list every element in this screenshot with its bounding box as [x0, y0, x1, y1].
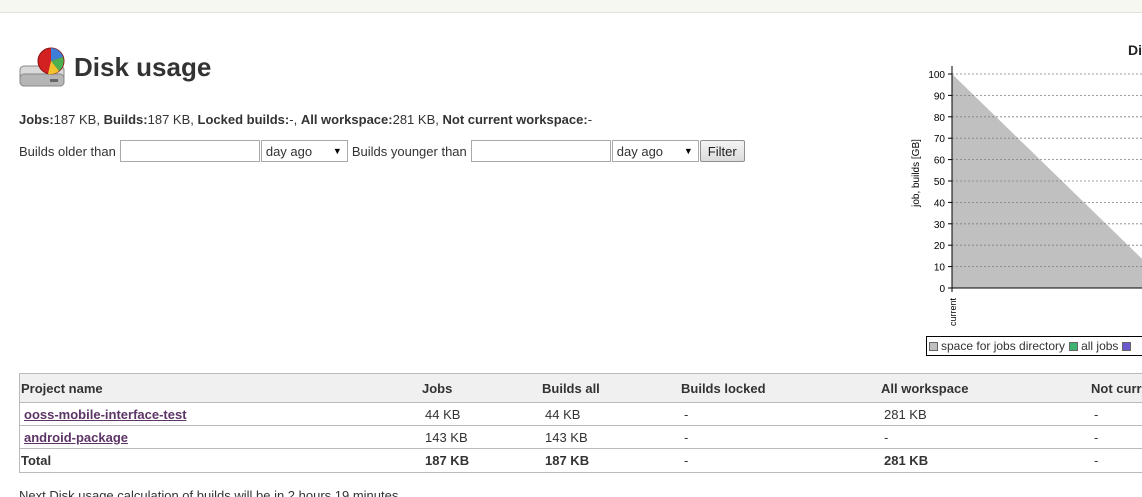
legend-item-space: space for jobs directory [929, 339, 1065, 353]
legend-swatch-third [1122, 341, 1132, 351]
builds-label: Builds: [103, 112, 148, 127]
col-jobs[interactable]: Jobs [421, 373, 541, 403]
y-tick-label: 10 [934, 263, 946, 274]
page-title: Disk usage [74, 52, 212, 82]
builds-older-unit-value: day ago [265, 143, 313, 159]
y-tick-label: 40 [934, 198, 946, 209]
project-link[interactable]: ooss-mobile-interface-test [24, 407, 187, 422]
builds-younger-unit-select[interactable]: day ago ▼ [611, 140, 699, 162]
not-current-workspace-label: Not current workspace: [442, 112, 588, 127]
legend-item-third [1122, 341, 1134, 351]
col-not-current[interactable]: Not curre [1090, 373, 1142, 403]
disk-usage-icon [19, 47, 65, 87]
y-tick-label: 90 [934, 91, 946, 102]
all-workspace-value: 281 KB [392, 112, 436, 127]
top-bar [0, 0, 1142, 13]
col-builds-all[interactable]: Builds all [541, 373, 680, 403]
locked-cell: - [680, 425, 880, 449]
not-current-workspace-value: - [587, 112, 593, 127]
total-locked-cell: - [680, 448, 880, 473]
chart-legend: space for jobs directory all jobs [926, 336, 1142, 356]
y-tick-label: 0 [939, 284, 945, 295]
total-label-cell: Total [19, 448, 421, 473]
y-tick-label: 20 [934, 241, 946, 252]
y-tick-label: 80 [934, 113, 946, 124]
filter-button[interactable]: Filter [699, 140, 745, 162]
total-workspace-cell: 281 KB [880, 448, 1090, 473]
chart-canvas: 0 10 20 30 40 50 60 70 80 90 100 current job, builds… [911, 66, 1142, 326]
locked-builds-value: - [289, 112, 294, 127]
legend-label-all-jobs: all jobs [1081, 339, 1119, 353]
builds-younger-input[interactable] [470, 140, 611, 162]
builds-older-unit-select[interactable]: day ago ▼ [260, 140, 348, 162]
y-tick-label: 50 [934, 177, 946, 188]
table-row: ooss-mobile-interface-test 44 KB 44 KB -… [19, 402, 1142, 426]
disk-usage-table: Project name Jobs Builds all Builds lock… [19, 373, 1142, 473]
not-current-cell: - [1090, 425, 1142, 449]
summary-line: Jobs:187 KB, Builds:187 KB, Locked build… [19, 112, 593, 127]
legend-swatch-all-jobs [1069, 341, 1079, 351]
total-builds-cell: 187 KB [541, 448, 680, 473]
dropdown-arrow-icon: ▼ [332, 146, 342, 156]
jobs-value: 187 KB [53, 112, 97, 127]
project-link[interactable]: android-package [24, 430, 128, 445]
y-tick-label: 30 [934, 220, 946, 231]
dropdown-arrow-icon: ▼ [683, 146, 693, 156]
next-calculation-note: Next Disk usage calculation of builds wi… [19, 488, 399, 497]
builds-older-label: Builds older than [19, 143, 116, 159]
table-total-row: Total 187 KB 187 KB - 281 KB - [19, 448, 1142, 473]
col-all-workspace[interactable]: All workspace [880, 373, 1090, 403]
builds-cell: 44 KB [541, 402, 680, 426]
builds-value: 187 KB [147, 112, 191, 127]
total-jobs-cell: 187 KB [421, 448, 541, 473]
legend-label-space: space for jobs directory [941, 339, 1066, 353]
jobs-cell: 143 KB [421, 425, 541, 449]
workspace-cell: - [880, 425, 1090, 449]
locked-builds-label: Locked builds: [197, 112, 290, 127]
project-name-cell: ooss-mobile-interface-test [19, 402, 421, 426]
not-current-cell: - [1090, 402, 1142, 426]
project-name-cell: android-package [19, 425, 421, 449]
jobs-cell: 44 KB [421, 402, 541, 426]
builds-older-input[interactable] [119, 140, 260, 162]
page-heading: Disk usage [18, 44, 211, 90]
all-workspace-label: All workspace: [300, 112, 393, 127]
col-project-name[interactable]: Project name [19, 373, 421, 403]
y-tick-label: 60 [934, 156, 946, 167]
builds-cell: 143 KB [541, 425, 680, 449]
locked-cell: - [680, 402, 880, 426]
y-tick-label: 100 [928, 70, 945, 81]
page: Disk usage Jobs:187 KB, Builds:187 KB, L… [0, 0, 1142, 497]
y-tick-label: 70 [934, 134, 946, 145]
table-header-row: Project name Jobs Builds all Builds lock… [19, 373, 1142, 403]
total-not-current-cell: - [1090, 448, 1142, 473]
chart-title: Di [1128, 42, 1142, 58]
jobs-label: Jobs: [19, 112, 54, 127]
builds-younger-unit-value: day ago [616, 143, 664, 159]
builds-younger-label: Builds younger than [351, 143, 467, 159]
disk-usage-chart: 0 10 20 30 40 50 60 70 80 90 100 current job, builds… [900, 30, 1142, 365]
y-axis-label: job, builds [GB] [911, 139, 922, 208]
legend-item-all-jobs: all jobs [1069, 339, 1118, 353]
x-tick-label: current [948, 297, 958, 326]
workspace-cell: 281 KB [880, 402, 1090, 426]
legend-swatch-space [929, 341, 938, 351]
table-row: android-package 143 KB 143 KB - - - [19, 425, 1142, 449]
col-builds-locked[interactable]: Builds locked [680, 373, 880, 403]
filter-row: Builds older than day ago ▼ Builds young… [19, 140, 745, 162]
